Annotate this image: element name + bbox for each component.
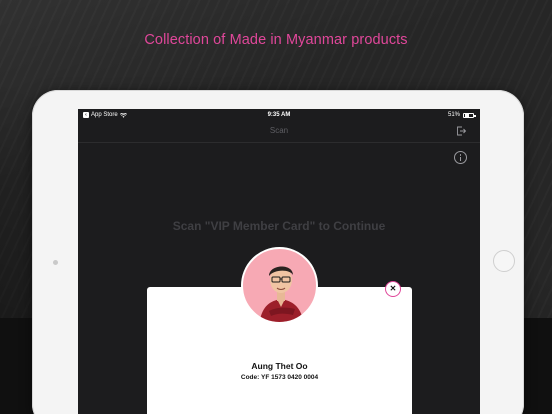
member-code: Code: YF 1573 0420 0004 — [240, 374, 319, 381]
home-button[interactable] — [493, 250, 515, 272]
page-title: Scan — [269, 126, 289, 135]
status-bar: ‹ App Store 9:35 AM 51% — [78, 109, 480, 121]
promo-headline: Collection of Made in Myanmar products — [144, 32, 408, 48]
status-time: 9:35 AM — [267, 112, 291, 118]
member-name: Aung Thet Oo — [251, 361, 308, 371]
ipad-frame: ‹ App Store 9:35 AM 51% Scan Scan "VIP M… — [32, 90, 524, 414]
close-button[interactable]: ✕ — [385, 281, 401, 297]
nav-bar: Scan — [78, 121, 480, 143]
status-battery-group: 51% — [447, 112, 476, 118]
battery-percent: 51% — [447, 112, 460, 118]
battery-icon — [463, 112, 476, 118]
info-icon[interactable] — [454, 151, 467, 164]
battery-fill — [464, 114, 470, 117]
scan-prompt: Scan "VIP Member Card" to Continue — [172, 219, 386, 233]
logout-icon[interactable] — [455, 125, 467, 137]
avatar — [241, 247, 318, 324]
camera-dot — [53, 260, 58, 265]
app-screen: ‹ App Store 9:35 AM 51% Scan Scan "VIP M… — [78, 109, 480, 414]
